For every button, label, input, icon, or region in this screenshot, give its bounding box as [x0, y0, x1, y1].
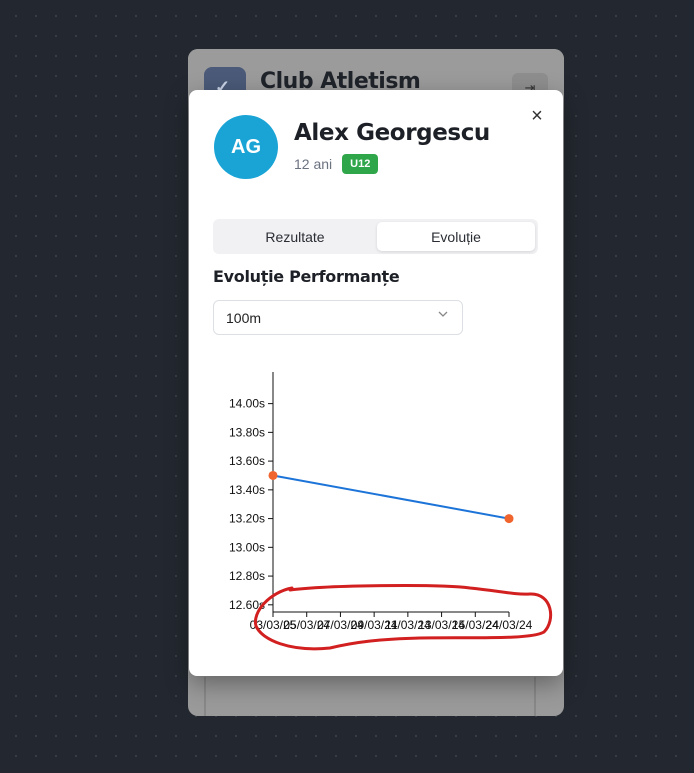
y-tick-label: 12.80s [229, 569, 265, 583]
close-icon: × [531, 105, 543, 127]
tab-bar: Rezultate Evoluție [213, 219, 538, 254]
athlete-meta: 12 ani U12 [294, 154, 379, 174]
event-select-value: 100m [226, 309, 262, 326]
y-tick-label: 13.00s [229, 540, 265, 554]
close-button[interactable]: × [527, 106, 547, 126]
background-panel [204, 677, 536, 716]
tab-rezultate[interactable]: Rezultate [216, 222, 374, 251]
athlete-name: Alex Georgescu [294, 120, 490, 146]
tab-evolutie[interactable]: Evoluție [377, 222, 535, 251]
x-tick-label: 09/03/24 [351, 618, 398, 632]
data-point [504, 514, 514, 524]
athlete-age: 12 ani [294, 156, 333, 172]
athlete-modal: × AG Alex Georgescu 12 ani U12 Rezultate… [189, 90, 563, 676]
event-select[interactable]: 100m [213, 300, 463, 335]
chevron-down-icon [438, 311, 448, 317]
x-tick-label: 15/03/24 [452, 618, 499, 632]
avatar: AG [214, 115, 278, 179]
x-tick-label: 11/03/24 [385, 618, 431, 632]
section-title: Evoluție Performanțe [213, 267, 400, 286]
y-tick-label: 13.20s [229, 512, 265, 526]
category-badge: U12 [342, 154, 379, 174]
y-tick-label: 12.60s [229, 598, 265, 612]
x-tick-label: 07/03/24 [317, 618, 364, 632]
series-line [272, 474, 510, 520]
y-tick-label: 14.00s [229, 397, 265, 411]
x-tick-label: 03/03/25 [250, 618, 297, 632]
x-tick-label: 24/03/24 [486, 618, 533, 632]
data-point [268, 470, 278, 480]
x-tick-label: 05/03/24 [283, 618, 330, 632]
y-tick-label: 13.40s [229, 483, 265, 497]
y-tick-label: 13.60s [229, 454, 265, 468]
y-tick-label: 13.80s [229, 425, 265, 439]
x-tick-label: 13/03/24 [418, 618, 465, 632]
